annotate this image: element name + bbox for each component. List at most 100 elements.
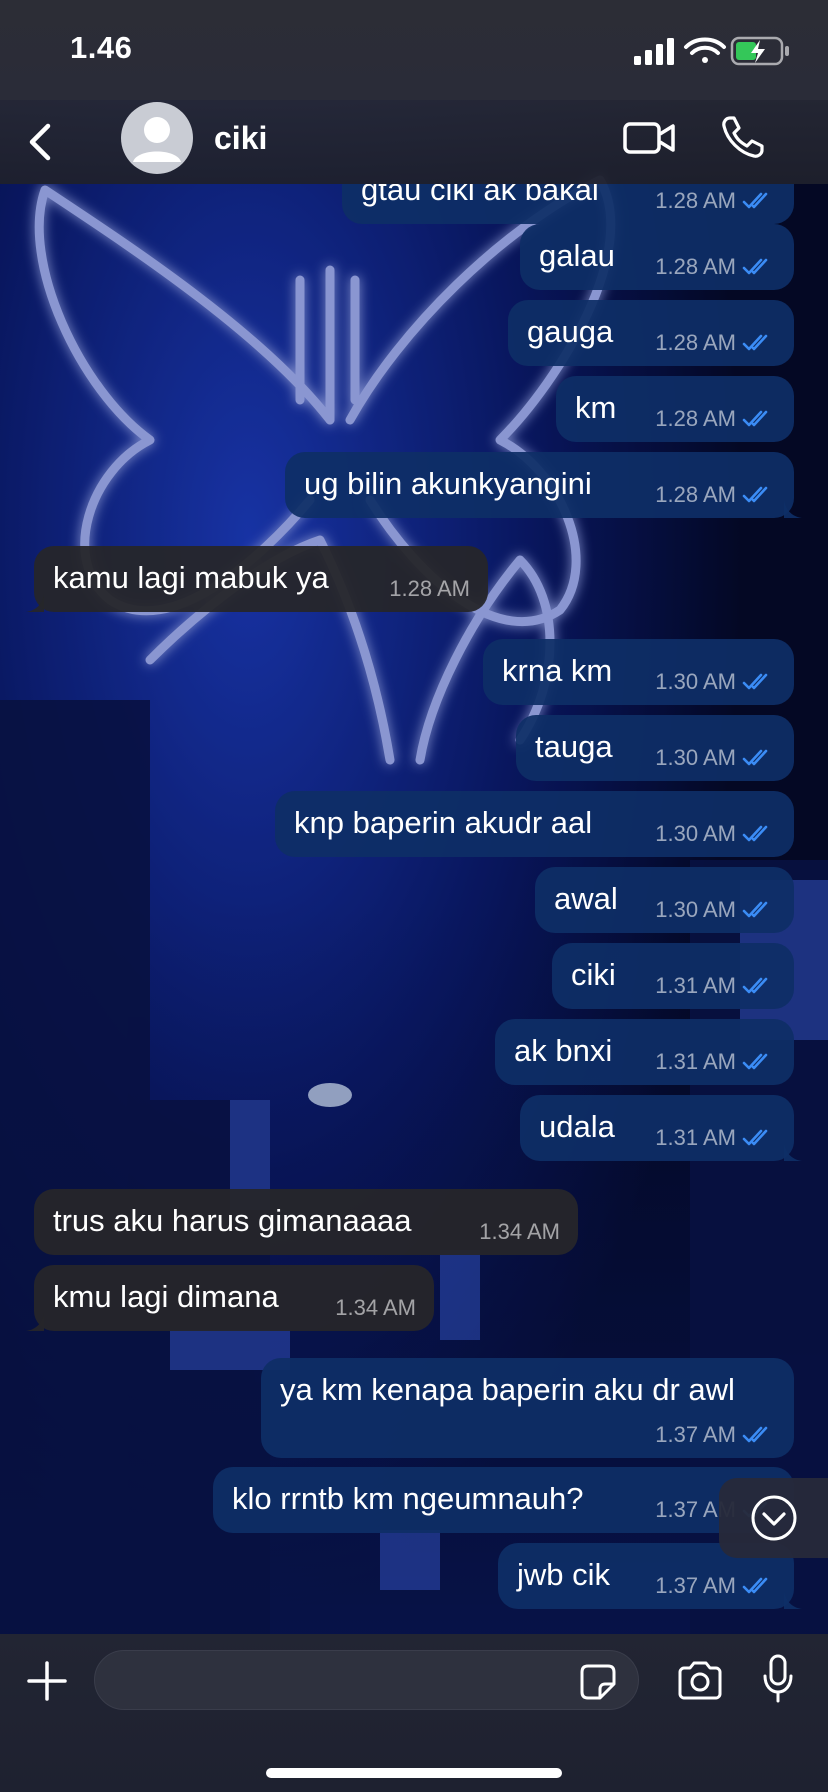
- message-outgoing[interactable]: ciki 1.31 AM: [552, 943, 794, 1009]
- wifi-icon: [684, 37, 726, 63]
- message-outgoing[interactable]: galau 1.28 AM: [520, 224, 794, 290]
- back-chevron-icon[interactable]: [20, 120, 60, 164]
- video-call-icon[interactable]: [622, 118, 676, 158]
- message-outgoing[interactable]: ya km kenapa baperin aku dr awl 1.37 AM: [261, 1358, 794, 1458]
- microphone-icon[interactable]: [762, 1654, 794, 1704]
- message-outgoing[interactable]: udala 1.31 AM: [520, 1095, 802, 1161]
- message-time: 1.28 AM: [655, 482, 736, 507]
- message-time: 1.28 AM: [655, 188, 736, 213]
- message-meta: 1.34 AM: [335, 1295, 416, 1321]
- read-receipt-icon: [742, 673, 768, 690]
- message-input[interactable]: [94, 1650, 639, 1710]
- read-receipt-icon: [742, 410, 768, 427]
- message-text: awal: [554, 881, 618, 916]
- message-time: 1.28 AM: [655, 406, 736, 431]
- message-incoming[interactable]: kmu lagi dimana 1.34 AM: [26, 1265, 434, 1331]
- message-meta: 1.30 AM: [655, 821, 774, 847]
- message-outgoing[interactable]: ak bnxi 1.31 AM: [495, 1019, 794, 1085]
- contact-avatar[interactable]: [121, 102, 193, 174]
- message-time: 1.30 AM: [655, 897, 736, 922]
- plus-icon[interactable]: [26, 1660, 68, 1702]
- message-text: kamu lagi mabuk ya: [53, 560, 329, 595]
- message-text: trus aku harus gimanaaaa: [53, 1203, 412, 1238]
- message-outgoing[interactable]: knp baperin akudr aal 1.30 AM: [275, 791, 794, 857]
- read-receipt-icon: [742, 1129, 768, 1146]
- message-time: 1.28 AM: [389, 576, 470, 601]
- message-outgoing[interactable]: gauga 1.28 AM: [508, 300, 794, 366]
- read-receipt-icon: [742, 334, 768, 351]
- message-meta: 1.31 AM: [655, 973, 774, 999]
- status-time: 1.46: [70, 30, 133, 65]
- message-meta: 1.28 AM: [655, 406, 774, 432]
- bubble-tail: [26, 594, 44, 612]
- message-text: gtau ciki ak bakal: [361, 184, 599, 207]
- message-meta: 1.31 AM: [655, 1049, 774, 1075]
- message-time: 1.28 AM: [655, 330, 736, 355]
- read-receipt-icon: [742, 901, 768, 918]
- message-meta: 1.30 AM: [655, 897, 774, 923]
- message-text: klo rrntb km ngeumnauh?: [232, 1481, 584, 1516]
- message-text: jwb cik: [517, 1557, 611, 1592]
- message-meta: 1.28 AM: [389, 576, 470, 602]
- message-meta: 1.28 AM: [655, 482, 774, 508]
- message-outgoing[interactable]: tauga 1.30 AM: [516, 715, 794, 781]
- message-text: udala: [539, 1109, 615, 1144]
- message-meta: 1.37 AM: [655, 1422, 774, 1448]
- message-meta: 1.30 AM: [655, 745, 774, 771]
- message-text: ug bilin akunkyangini: [304, 466, 592, 501]
- message-text: ciki: [571, 957, 616, 992]
- composer-bar: [0, 1634, 828, 1792]
- message-time: 1.34 AM: [479, 1219, 560, 1244]
- cellular-signal-icon: [634, 38, 674, 65]
- message-text: ak bnxi: [514, 1033, 613, 1068]
- bubble-tail: [26, 1313, 44, 1331]
- message-meta: 1.31 AM: [655, 1125, 774, 1151]
- read-receipt-icon: [742, 258, 768, 275]
- battery-charging-icon: [730, 36, 789, 66]
- message-time: 1.31 AM: [655, 1049, 736, 1074]
- read-receipt-icon: [742, 825, 768, 842]
- message-outgoing[interactable]: awal 1.30 AM: [535, 867, 794, 933]
- contact-name[interactable]: ciki: [214, 120, 267, 157]
- message-meta: 1.30 AM: [655, 669, 774, 695]
- phone-call-icon[interactable]: [720, 114, 766, 160]
- message-meta: 1.37 AM: [655, 1573, 774, 1599]
- bubble-tail: [784, 1591, 802, 1609]
- message-outgoing[interactable]: km 1.28 AM: [556, 376, 794, 442]
- message-incoming[interactable]: kamu lagi mabuk ya 1.28 AM: [26, 546, 488, 612]
- read-receipt-icon: [742, 977, 768, 994]
- message-text: gauga: [527, 314, 614, 349]
- message-text: galau: [539, 238, 615, 273]
- message-meta: 1.28 AM: [655, 254, 774, 280]
- sticker-icon[interactable]: [578, 1662, 618, 1702]
- message-text: kmu lagi dimana: [53, 1279, 279, 1314]
- message-time: 1.30 AM: [655, 669, 736, 694]
- default-avatar-icon: [133, 117, 181, 162]
- home-indicator: [266, 1768, 562, 1778]
- message-outgoing[interactable]: klo rrntb km ngeumnauh? 1.37 AM: [213, 1467, 794, 1533]
- message-time: 1.31 AM: [655, 973, 736, 998]
- chat-header: ciki: [0, 100, 828, 184]
- read-receipt-icon: [742, 1053, 768, 1070]
- message-text: krna km: [502, 653, 613, 688]
- message-outgoing[interactable]: gtau ciki ak bakal 1.28 AM: [342, 184, 794, 224]
- message-text: km: [575, 390, 617, 425]
- message-incoming[interactable]: trus aku harus gimanaaaa 1.34 AM: [34, 1189, 578, 1255]
- bubble-tail: [784, 1143, 802, 1161]
- message-list[interactable]: gtau ciki ak bakal 1.28 AM galau 1.28 AM…: [0, 184, 828, 1634]
- message-outgoing[interactable]: ug bilin akunkyangini 1.28 AM: [285, 452, 802, 518]
- read-receipt-icon: [742, 486, 768, 503]
- message-outgoing[interactable]: krna km 1.30 AM: [483, 639, 794, 705]
- status-icons: [634, 36, 789, 66]
- status-bar: 1.46: [0, 0, 828, 100]
- bubble-tail: [784, 500, 802, 518]
- message-meta: 1.34 AM: [479, 1219, 560, 1245]
- camera-icon[interactable]: [676, 1660, 724, 1702]
- read-receipt-icon: [742, 749, 768, 766]
- message-time: 1.34 AM: [335, 1295, 416, 1320]
- scroll-to-bottom-button[interactable]: [719, 1478, 828, 1558]
- read-receipt-icon: [742, 192, 768, 209]
- message-time: 1.37 AM: [655, 1422, 736, 1447]
- message-text: ya km kenapa baperin aku dr awl: [280, 1372, 735, 1407]
- message-time: 1.31 AM: [655, 1125, 736, 1150]
